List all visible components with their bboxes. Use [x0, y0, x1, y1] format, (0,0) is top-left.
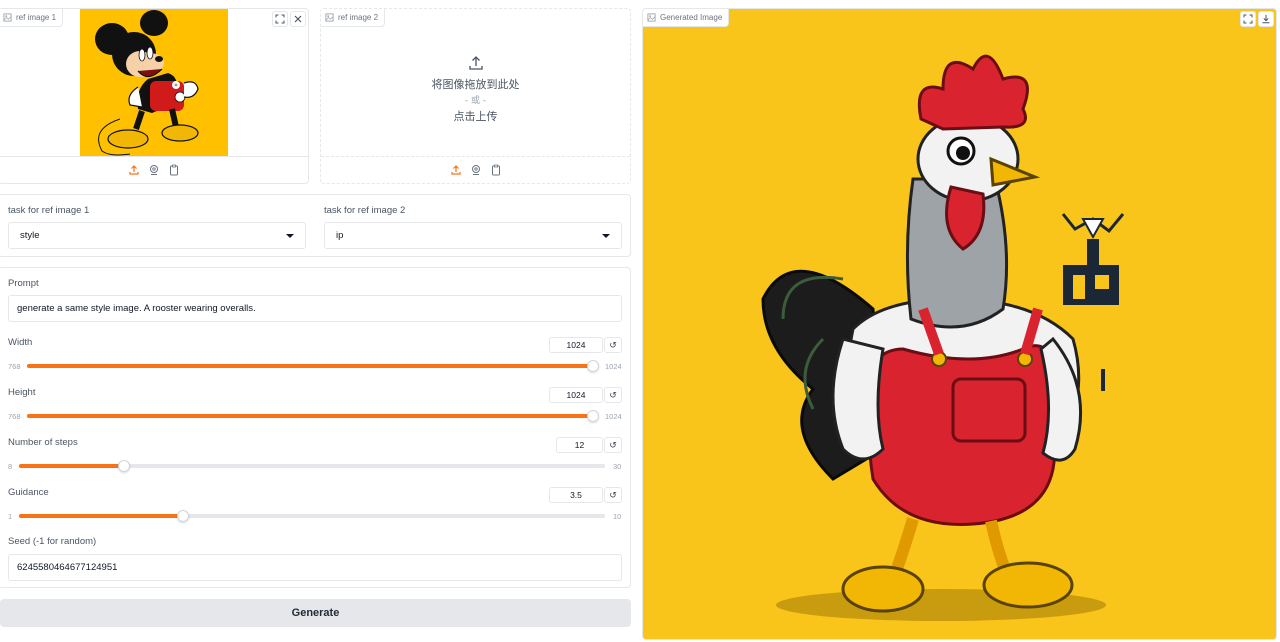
clear-image-button[interactable]	[290, 11, 306, 27]
prompt-input[interactable]: generate a same style image. A rooster w…	[8, 295, 622, 322]
paste-button[interactable]	[490, 164, 502, 176]
guidance-slider-thumb[interactable]	[177, 510, 190, 522]
generated-image-label-text: Generated Image	[660, 12, 723, 22]
image-icon	[647, 13, 656, 22]
fullscreen-button[interactable]	[1240, 11, 1256, 27]
ref-image-1-label: ref image 1	[0, 9, 64, 27]
task2-value: ip	[336, 230, 344, 241]
height-reset-button[interactable]: ↺	[604, 387, 622, 403]
width-label: Width	[8, 337, 33, 348]
ref-image-2-label-text: ref image 2	[338, 12, 379, 22]
drop-text: 将图像拖放到此处	[431, 78, 520, 91]
task1-value: style	[20, 230, 40, 241]
image-icon	[325, 13, 334, 22]
height-slider-thumb[interactable]	[587, 410, 599, 422]
clipboard-icon	[491, 164, 500, 176]
image-icon	[3, 13, 12, 22]
ref-image-1-toolbar	[0, 156, 308, 183]
generate-button[interactable]: Generate	[0, 599, 631, 627]
steps-slider-thumb[interactable]	[118, 460, 131, 472]
caret-down-icon	[286, 233, 294, 238]
mickey-mouse-image	[95, 10, 199, 156]
webcam-button[interactable]	[470, 164, 482, 176]
height-slider[interactable]	[27, 410, 599, 422]
webcam-button[interactable]	[148, 164, 160, 176]
fullscreen-button[interactable]	[272, 11, 288, 27]
guidance-reset-button[interactable]: ↺	[604, 487, 622, 503]
guidance-number-input[interactable]: 3.5	[549, 487, 603, 503]
webcam-icon	[471, 165, 480, 175]
or-text: - 或 -	[464, 96, 487, 106]
caret-down-icon	[602, 233, 610, 238]
ref-image-2-label: ref image 2	[321, 9, 386, 27]
height-label: Height	[8, 387, 36, 398]
task2-dropdown[interactable]: ip	[324, 222, 622, 249]
height-max: 1024	[605, 412, 622, 421]
width-number-input[interactable]: 1024	[549, 337, 603, 353]
webcam-icon	[149, 165, 158, 175]
clipboard-icon	[169, 164, 178, 176]
fullscreen-icon	[275, 14, 285, 24]
seed-input[interactable]: 6245580464677124951	[8, 554, 622, 581]
upload-icon	[468, 56, 483, 70]
steps-number-input[interactable]: 12	[556, 437, 603, 453]
guidance-max: 10	[613, 512, 622, 521]
guidance-slider[interactable]	[19, 510, 605, 522]
fullscreen-icon	[1243, 14, 1253, 24]
reset-icon: ↺	[609, 489, 617, 500]
seed-label: Seed (-1 for random)	[8, 536, 97, 547]
steps-label: Number of steps	[8, 437, 78, 448]
guidance-min: 1	[8, 512, 13, 521]
width-reset-button[interactable]: ↺	[604, 337, 622, 353]
upload-icon	[450, 165, 461, 175]
task1-dropdown[interactable]: style	[8, 222, 306, 249]
upload-icon	[128, 165, 139, 175]
steps-slider[interactable]	[19, 460, 605, 472]
steps-max: 30	[613, 462, 622, 471]
rooster-image	[761, 54, 1125, 621]
close-icon	[294, 15, 302, 23]
upload-button[interactable]	[128, 164, 140, 176]
download-icon	[1262, 15, 1270, 24]
generated-image-label: Generated Image	[643, 9, 730, 27]
reset-icon: ↺	[609, 339, 617, 350]
click-upload-text: 点击上传	[453, 110, 498, 123]
generated-image-controls	[1240, 11, 1274, 27]
upload-button[interactable]	[450, 164, 462, 176]
generated-image-panel: Generated Image	[642, 8, 1277, 640]
task2-label: task for ref image 2	[324, 205, 406, 216]
reset-icon: ↺	[609, 389, 617, 400]
drop-zone[interactable]: 将图像拖放到此处 - 或 - 点击上传	[321, 9, 630, 157]
ref-image-1-label-text: ref image 1	[16, 12, 57, 22]
width-max: 1024	[605, 362, 622, 371]
download-button[interactable]	[1258, 11, 1274, 27]
prompt-label: Prompt	[8, 278, 39, 289]
guidance-label: Guidance	[8, 487, 49, 498]
steps-min: 8	[8, 462, 13, 471]
height-number-input[interactable]: 1024	[549, 387, 603, 403]
steps-reset-button[interactable]: ↺	[604, 437, 622, 453]
height-min: 768	[8, 412, 21, 421]
ref-image-1-controls	[272, 11, 306, 27]
task-panel: task for ref image 1 style task for ref …	[0, 194, 631, 257]
ref-image-2-panel[interactable]: ref image 2 将图像拖放到此处 - 或 - 点击上传	[320, 8, 631, 184]
ref-image-1-preview	[80, 9, 228, 157]
width-min: 768	[8, 362, 21, 371]
reset-icon: ↺	[609, 439, 617, 450]
paste-button[interactable]	[168, 164, 180, 176]
width-slider-thumb[interactable]	[587, 360, 599, 372]
parameters-panel: Prompt generate a same style image. A ro…	[0, 267, 631, 588]
width-slider[interactable]	[27, 360, 599, 372]
ref-image-1-panel[interactable]: ref image 1	[0, 8, 309, 184]
task1-label: task for ref image 1	[8, 205, 90, 216]
ref-image-2-toolbar	[321, 156, 630, 183]
